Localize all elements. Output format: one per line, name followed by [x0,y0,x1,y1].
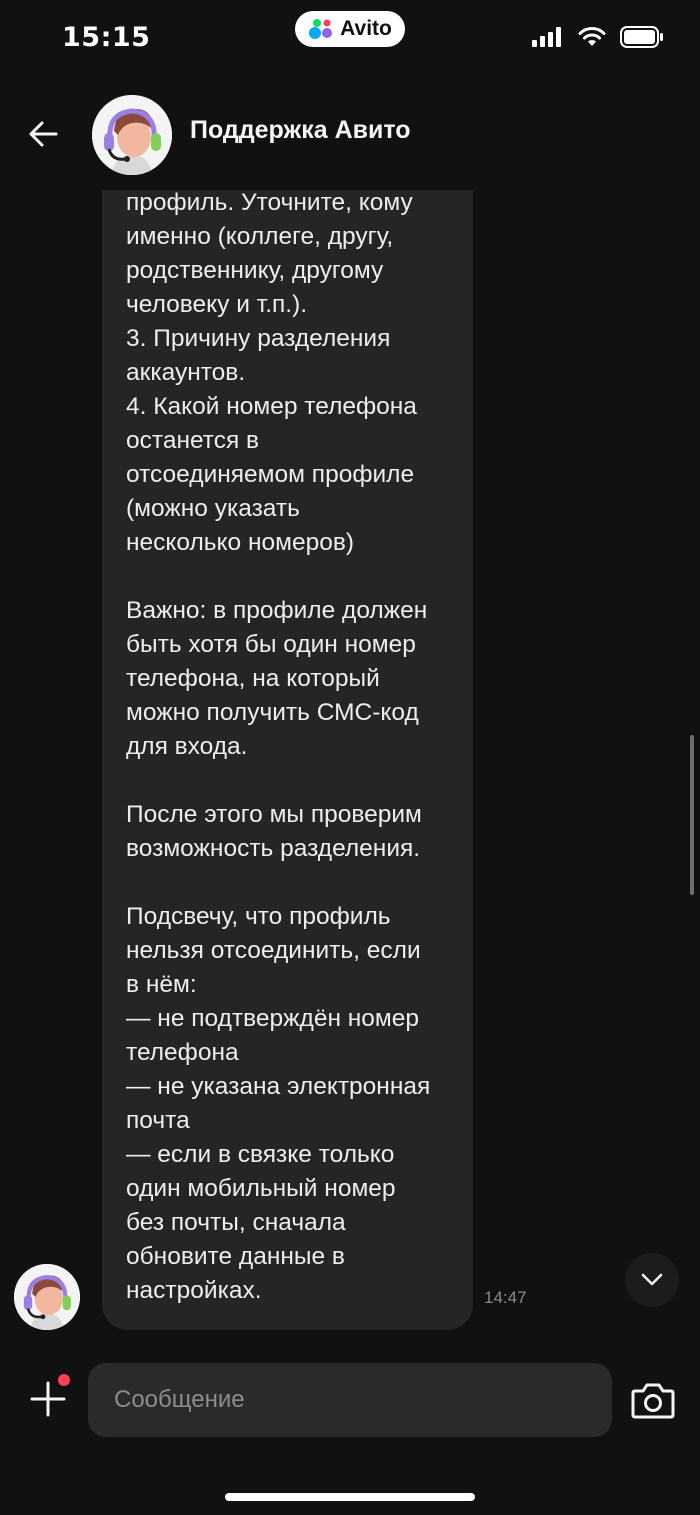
chat-title: Поддержка Авито [190,116,411,144]
chat-header: Поддержка Авито [0,80,700,190]
camera-icon [631,1383,675,1419]
support-avatar[interactable] [92,95,172,175]
signal-icon [532,27,561,47]
camera-button[interactable] [630,1381,676,1421]
app-pill-label: Avito [340,17,392,40]
notification-dot [58,1374,70,1386]
message-list[interactable]: …ому принадлежит второй профиль. Уточнит… [0,190,700,1345]
support-agent-icon [14,1264,80,1330]
message-input[interactable] [88,1363,612,1437]
status-bar: 15:15 Avito [0,0,700,80]
scrollbar[interactable] [690,735,694,895]
battery-icon [620,26,663,48]
status-icons [532,26,664,48]
avito-logo-icon [308,18,334,40]
scroll-down-button[interactable] [625,1253,679,1307]
composer [0,1345,700,1515]
message-text: …ому принадлежит второй профиль. Уточнит… [126,190,431,1304]
home-indicator [225,1493,475,1501]
message-bubble: …ому принадлежит второй профиль. Уточнит… [102,190,473,1330]
status-time: 15:15 [62,22,151,53]
chevron-down-icon [641,1273,663,1286]
back-arrow-icon [29,121,58,147]
sender-avatar [14,1264,80,1330]
wifi-icon [578,27,606,46]
back-button[interactable] [26,116,62,152]
support-agent-icon [92,95,172,175]
app-pill[interactable]: Avito [295,11,405,47]
message-time: 14:47 [484,1288,527,1307]
